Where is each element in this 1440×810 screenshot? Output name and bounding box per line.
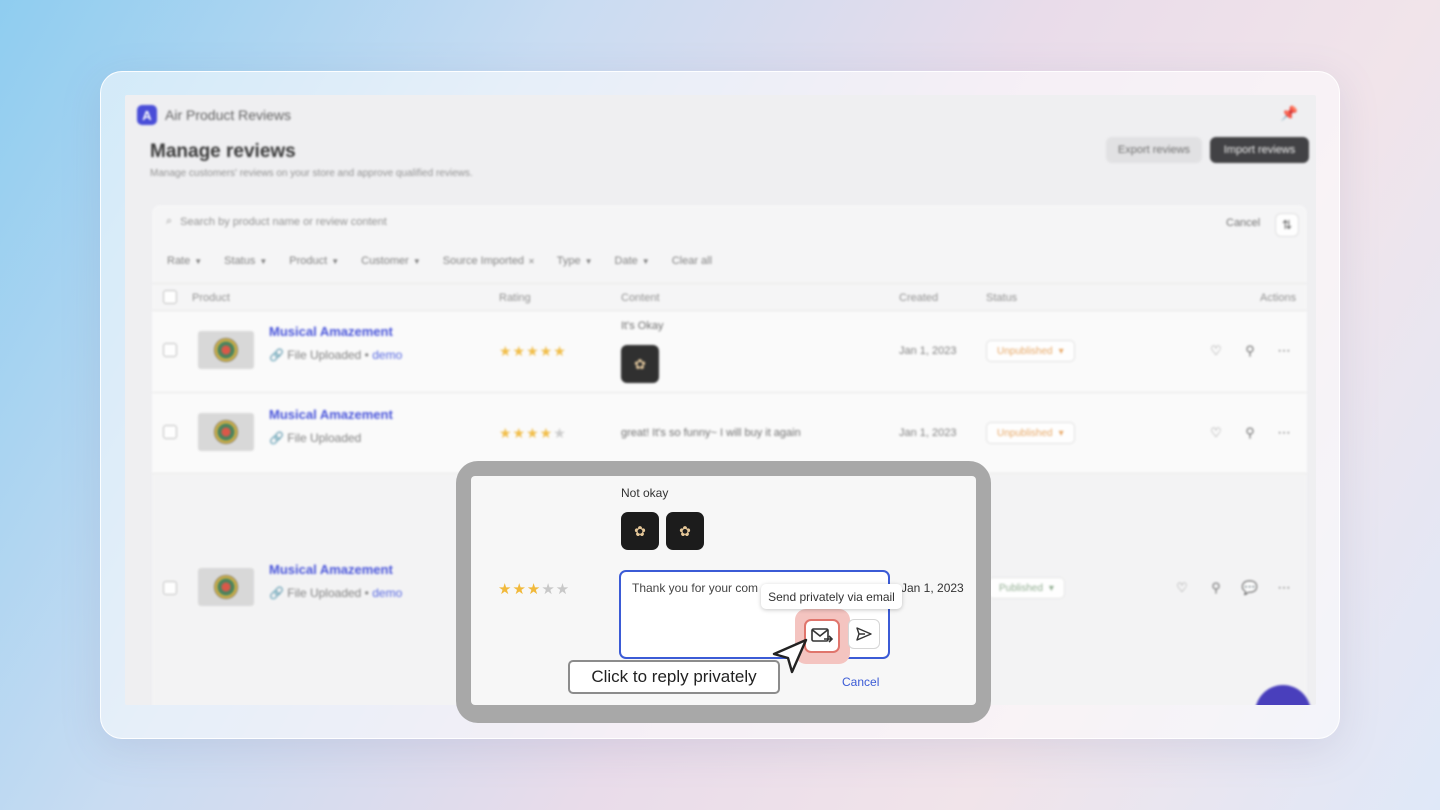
filter-rate[interactable]: Rate ▼	[167, 255, 202, 267]
callout-label: Click to reply privately	[568, 660, 780, 694]
created-date: Jan 1, 2023	[901, 581, 964, 595]
chevron-down-icon: ▼	[331, 257, 340, 266]
chevron-down-icon: ▼	[412, 257, 421, 266]
tooltip: Send privately via email	[761, 584, 902, 609]
app-name: Air Product Reviews	[165, 107, 292, 123]
import-reviews-button[interactable]: Import reviews	[1210, 137, 1309, 163]
select-all-checkbox[interactable]	[163, 290, 177, 304]
product-thumbnail	[198, 413, 254, 451]
chevron-down-icon: ▼	[641, 257, 650, 266]
app-header: A Air Product Reviews	[137, 105, 291, 125]
product-source: 🔗 File Uploaded • demo	[269, 348, 403, 362]
heart-icon[interactable]: ♡	[1204, 421, 1228, 445]
heart-icon[interactable]: ♡	[1204, 339, 1228, 363]
search-cancel-button[interactable]: Cancel	[1226, 217, 1260, 229]
product-name[interactable]: Musical Amazement	[269, 324, 393, 339]
filter-status[interactable]: Status ▼	[224, 255, 267, 267]
created-date: Jan 1, 2023	[899, 427, 957, 439]
table-row[interactable]: Musical Amazement 🔗 File Uploaded • demo…	[152, 311, 1307, 393]
cancel-reply-button[interactable]: Cancel	[842, 675, 879, 689]
created-date: Jan 1, 2023	[899, 345, 957, 357]
chevron-down-icon: ▾	[1058, 345, 1064, 357]
review-image[interactable]: ✿	[666, 512, 704, 550]
app-logo: A	[137, 105, 157, 125]
review-content: great! It's so funny~ I will buy it agai…	[621, 427, 801, 439]
header-created: Created	[899, 292, 939, 304]
pin-icon[interactable]: ⚲	[1238, 421, 1262, 445]
review-image[interactable]: ✿	[621, 345, 659, 383]
header-product: Product	[192, 292, 230, 304]
cursor-icon	[772, 638, 808, 674]
page-subtitle: Manage customers' reviews on your store …	[150, 168, 473, 179]
product-thumbnail	[198, 331, 254, 369]
search-input[interactable]: Search by product name or review content	[180, 216, 387, 228]
search-bar[interactable]: ⌕ Search by product name or review conte…	[166, 215, 387, 228]
pin-icon[interactable]: ⚲	[1238, 339, 1262, 363]
star-rating: ★★★★★	[499, 425, 567, 441]
reply-icon[interactable]: 💬	[1238, 576, 1262, 600]
link-icon: 🔗	[269, 586, 284, 600]
filter-customer[interactable]: Customer ▼	[361, 255, 421, 267]
filter-type[interactable]: Type ▼	[557, 255, 593, 267]
row-checkbox[interactable]	[163, 425, 177, 439]
product-name[interactable]: Musical Amazement	[269, 407, 393, 422]
table-header: Product Rating Content Created Status Ac…	[152, 283, 1307, 311]
send-reply-button[interactable]	[848, 619, 880, 649]
close-icon: ✕	[528, 257, 535, 266]
header-actions: Actions	[1260, 292, 1297, 304]
filter-source[interactable]: Source Imported ✕	[443, 255, 535, 267]
link-icon: 🔗	[269, 348, 284, 362]
chevron-down-icon: ▾	[1058, 427, 1064, 439]
send-icon	[856, 627, 872, 641]
filter-date[interactable]: Date ▼	[615, 255, 650, 267]
filter-bar: Rate ▼ Status ▼ Product ▼ Customer ▼ Source …	[167, 255, 712, 267]
product-source: 🔗 File Uploaded	[269, 431, 362, 445]
product-name[interactable]: Musical Amazement	[269, 562, 393, 577]
demo-tag: demo	[372, 586, 403, 600]
more-icon[interactable]: ⋯	[1272, 576, 1296, 600]
star-rating: ★★★★★	[498, 581, 571, 598]
mail-forward-icon	[811, 628, 833, 643]
chevron-down-icon: ▼	[194, 257, 203, 266]
review-image[interactable]: ✿	[621, 512, 659, 550]
review-content: Not okay	[621, 486, 669, 500]
chevron-down-icon: ▾	[1048, 582, 1054, 594]
heart-icon[interactable]: ♡	[1170, 576, 1194, 600]
chevron-down-icon: ▼	[584, 257, 593, 266]
status-dropdown[interactable]: Unpublished ▾	[986, 340, 1075, 362]
row-checkbox[interactable]	[163, 581, 177, 595]
sort-icon[interactable]: ⇅	[1275, 213, 1299, 237]
review-content: It's Okay	[621, 320, 664, 332]
status-dropdown[interactable]: Unpublished ▾	[986, 422, 1075, 444]
star-rating: ★★★★★	[499, 343, 567, 359]
search-icon: ⌕	[166, 215, 173, 227]
reply-text: Thank you for your com	[632, 581, 759, 595]
row-checkbox[interactable]	[163, 343, 177, 357]
header-status: Status	[986, 292, 1018, 304]
demo-tag: demo	[372, 348, 403, 362]
product-source: 🔗 File Uploaded • demo	[269, 586, 403, 600]
pin-icon[interactable]: 📌	[1281, 105, 1298, 122]
link-icon: 🔗	[269, 431, 284, 445]
header-rating: Rating	[499, 292, 531, 304]
page-title: Manage reviews	[150, 141, 296, 162]
product-thumbnail	[198, 568, 254, 606]
clear-all-filters[interactable]: Clear all	[672, 255, 712, 267]
pin-icon[interactable]: ⚲	[1204, 576, 1228, 600]
header-content: Content	[621, 292, 660, 304]
export-reviews-button[interactable]: Export reviews	[1106, 137, 1202, 163]
more-icon[interactable]: ⋯	[1272, 339, 1296, 363]
filter-product[interactable]: Product ▼	[289, 255, 339, 267]
more-icon[interactable]: ⋯	[1272, 421, 1296, 445]
chevron-down-icon: ▼	[259, 257, 268, 266]
status-dropdown[interactable]: Published ▾	[988, 577, 1065, 599]
